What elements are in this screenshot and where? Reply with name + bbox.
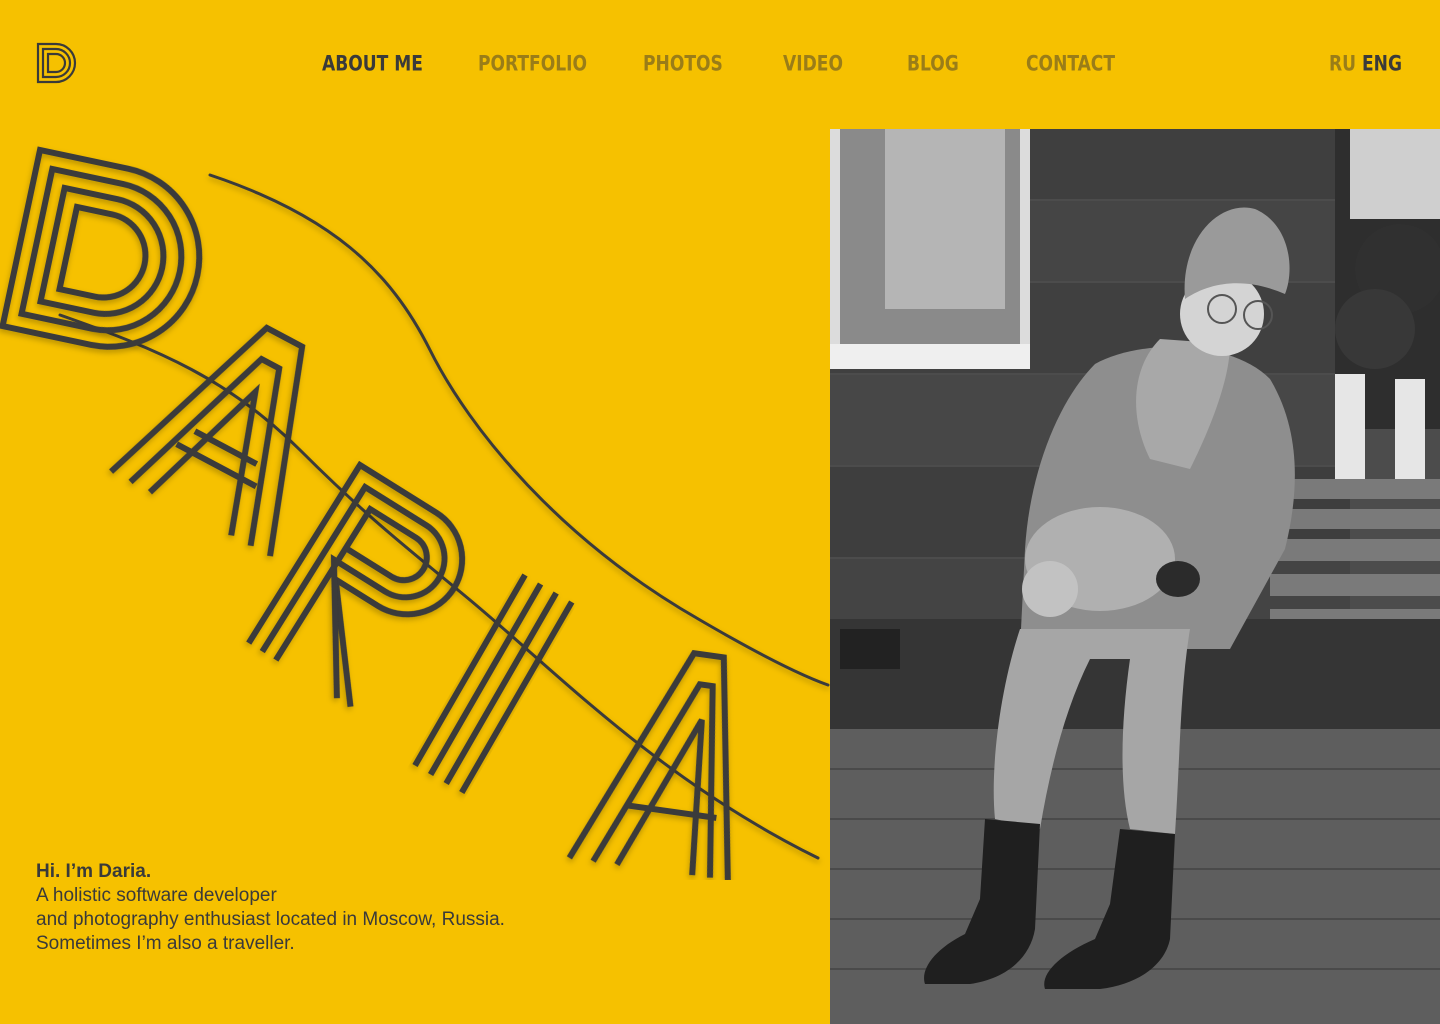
letter-r bbox=[246, 460, 466, 708]
page: ABOUT ME PORTFOLIO PHOTOS VIDEO BLOG CON… bbox=[0, 0, 1440, 1024]
nav-blog[interactable]: BLOG bbox=[907, 46, 959, 82]
window bbox=[830, 129, 1030, 369]
letter-d bbox=[0, 146, 203, 350]
language-switch: RU ENG bbox=[1329, 48, 1402, 80]
hero-daria-lettering bbox=[0, 146, 830, 880]
ribbon-top-edge bbox=[208, 173, 830, 687]
intro-line-1: A holistic software developer bbox=[36, 885, 277, 906]
nav-about-me[interactable]: ABOUT ME bbox=[322, 46, 423, 82]
photo-image bbox=[830, 129, 1440, 1024]
intro-line-3: Sometimes I’m also a traveller. bbox=[36, 933, 295, 954]
logo-d-icon[interactable] bbox=[36, 42, 78, 84]
nav-contact[interactable]: CONTACT bbox=[1026, 46, 1115, 82]
intro-text: Hi. I’m Daria. A holistic software devel… bbox=[36, 860, 505, 956]
nav-photos[interactable]: PHOTOS bbox=[643, 46, 723, 82]
letter-a-second bbox=[566, 649, 731, 880]
intro-line-2: and photography enthusiast located in Mo… bbox=[36, 909, 505, 930]
nav-portfolio[interactable]: PORTFOLIO bbox=[478, 46, 587, 82]
lang-eng[interactable]: ENG bbox=[1362, 46, 1402, 82]
ribbon-bottom-edge bbox=[58, 313, 820, 860]
intro-greeting: Hi. I’m Daria. bbox=[36, 861, 152, 882]
lang-ru[interactable]: RU bbox=[1329, 46, 1356, 82]
portrait-photo bbox=[830, 129, 1440, 1024]
nav-video[interactable]: VIDEO bbox=[783, 46, 843, 82]
